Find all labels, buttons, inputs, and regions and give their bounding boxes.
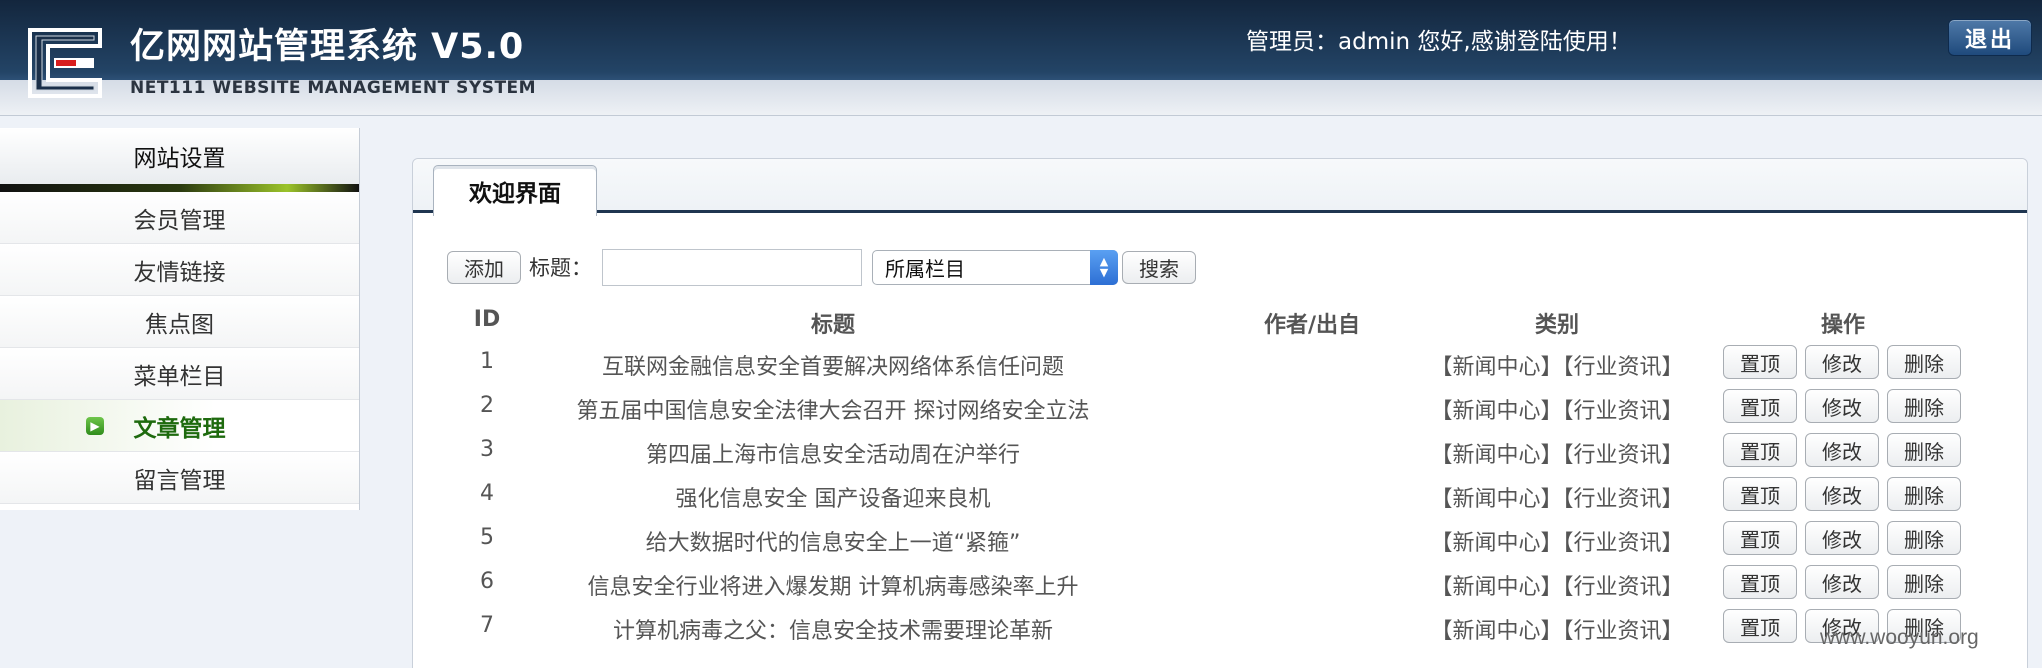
row-category: 【新闻中心】【行业资讯】	[1430, 443, 1684, 468]
sidebar-heading[interactable]: 网站设置	[0, 128, 359, 192]
system-title: 亿网网站管理系统 V5.0	[130, 27, 525, 67]
panel-tab-bar: 欢迎界面	[413, 159, 2027, 216]
delete-button[interactable]: 删除	[1887, 565, 1961, 599]
edit-button[interactable]: 修改	[1805, 477, 1879, 511]
table-row: 6 信息安全行业将进入爆发期 计算机病毒感染率上升 【新闻中心】【行业资讯】 置…	[447, 561, 2007, 605]
col-header-title: 标题	[810, 313, 855, 338]
row-actions: 置顶 修改 删除	[1723, 565, 1961, 599]
tab-welcome[interactable]: 欢迎界面	[433, 165, 597, 216]
row-title[interactable]: 第五届中国信息安全法律大会召开 探讨网络安全立法	[557, 393, 1109, 425]
active-arrow-icon: ▶	[86, 417, 104, 435]
watermark-text: www.wooyun.org	[1820, 626, 1979, 649]
category-select[interactable]: 所属栏目 ▲ ▼	[872, 249, 1118, 285]
edit-button[interactable]: 修改	[1805, 433, 1879, 467]
col-header-author: 作者/出自	[1263, 313, 1361, 338]
table-row: 5 给大数据时代的信息安全上一道“紧箍” 【新闻中心】【行业资讯】 置顶 修改 …	[447, 517, 2007, 561]
row-title[interactable]: 给大数据时代的信息安全上一道“紧箍”	[557, 525, 1109, 557]
row-actions: 置顶 修改 删除	[1723, 433, 1961, 467]
row-category: 【新闻中心】【行业资讯】	[1430, 575, 1684, 600]
row-id: 6	[480, 569, 494, 594]
col-header-category: 类别	[1534, 313, 1579, 338]
pin-top-button[interactable]: 置顶	[1723, 477, 1797, 511]
sidebar-item-friend-links[interactable]: 友情链接	[0, 244, 359, 296]
row-actions: 置顶 修改 删除	[1723, 345, 1961, 379]
pin-top-button[interactable]: 置顶	[1723, 521, 1797, 555]
logout-button[interactable]: 退出	[1948, 19, 2032, 56]
add-button[interactable]: 添加	[447, 250, 521, 284]
row-title[interactable]: 强化信息安全 国产设备迎来良机	[557, 481, 1109, 513]
row-id: 7	[480, 613, 494, 638]
row-category: 【新闻中心】【行业资讯】	[1430, 487, 1684, 512]
select-updown-icon: ▲ ▼	[1090, 249, 1118, 285]
pin-top-button[interactable]: 置顶	[1723, 565, 1797, 599]
table-row: 1 互联网金融信息安全首要解决网络体系信任问题 【新闻中心】【行业资讯】 置顶 …	[447, 341, 2007, 385]
row-title[interactable]: 第四届上海市信息安全活动周在沪举行	[557, 437, 1109, 469]
pin-top-button[interactable]: 置顶	[1723, 609, 1797, 643]
row-category: 【新闻中心】【行业资讯】	[1430, 355, 1684, 380]
title-search-input[interactable]	[602, 248, 862, 286]
sidebar-item-focus-images[interactable]: 焦点图	[0, 296, 359, 348]
row-id: 3	[480, 437, 494, 462]
row-title[interactable]: 互联网金融信息安全首要解决网络体系信任问题	[557, 349, 1109, 381]
col-header-id: ID	[473, 307, 501, 332]
table-row: 4 强化信息安全 国产设备迎来良机 【新闻中心】【行业资讯】 置顶 修改 删除	[447, 473, 2007, 517]
edit-button[interactable]: 修改	[1805, 521, 1879, 555]
search-button[interactable]: 搜索	[1122, 250, 1196, 284]
row-id: 2	[480, 393, 494, 418]
system-subtitle: NET111 WEBSITE MANAGEMENT SYSTEM	[130, 78, 537, 98]
row-actions: 置顶 修改 删除	[1723, 477, 1961, 511]
edit-button[interactable]: 修改	[1805, 389, 1879, 423]
pin-top-button[interactable]: 置顶	[1723, 433, 1797, 467]
sidebar: 网站设置 会员管理 友情链接 焦点图 菜单栏目 ▶ 文章管理 留言管理	[0, 128, 360, 510]
delete-button[interactable]: 删除	[1887, 345, 1961, 379]
admin-welcome-text: 管理员：admin 您好,感谢登陆使用！	[1246, 29, 1632, 55]
delete-button[interactable]: 删除	[1887, 521, 1961, 555]
sidebar-item-members[interactable]: 会员管理	[0, 192, 359, 244]
article-table: ID 标题 作者/出自 类别 操作 1 互联网金融信息安全首要解决网络体系信任问…	[447, 299, 2007, 649]
main-panel: 欢迎界面 添加 标题： 所属栏目 ▲ ▼ 搜索 ID 标题 作者/出自 类别 操作…	[412, 158, 2028, 668]
sidebar-item-menu-columns[interactable]: 菜单栏目	[0, 348, 359, 400]
article-toolbar: 添加 标题： 所属栏目 ▲ ▼ 搜索	[447, 248, 1196, 286]
row-category: 【新闻中心】【行业资讯】	[1430, 531, 1684, 556]
row-id: 4	[480, 481, 494, 506]
row-actions: 置顶 修改 删除	[1723, 389, 1961, 423]
delete-button[interactable]: 删除	[1887, 433, 1961, 467]
edit-button[interactable]: 修改	[1805, 345, 1879, 379]
pin-top-button[interactable]: 置顶	[1723, 345, 1797, 379]
row-actions: 置顶 修改 删除	[1723, 521, 1961, 555]
row-title[interactable]: 计算机病毒之父：信息安全技术需要理论革新	[557, 613, 1109, 645]
title-label: 标题：	[529, 256, 592, 280]
row-category: 【新闻中心】【行业资讯】	[1430, 399, 1684, 424]
delete-button[interactable]: 删除	[1887, 477, 1961, 511]
row-category: 【新闻中心】【行业资讯】	[1430, 619, 1684, 644]
row-id: 5	[480, 525, 494, 550]
table-header: ID 标题 作者/出自 类别 操作	[447, 299, 2007, 341]
row-id: 1	[480, 349, 494, 374]
table-row: 2 第五届中国信息安全法律大会召开 探讨网络安全立法 【新闻中心】【行业资讯】 …	[447, 385, 2007, 429]
col-header-actions: 操作	[1820, 313, 1865, 338]
sidebar-item-messages[interactable]: 留言管理	[0, 452, 359, 504]
category-select-value: 所属栏目	[885, 256, 965, 281]
edit-button[interactable]: 修改	[1805, 565, 1879, 599]
top-header: 亿网网站管理系统 V5.0 NET111 WEBSITE MANAGEMENT …	[0, 0, 2042, 116]
row-title[interactable]: 信息安全行业将进入爆发期 计算机病毒感染率上升	[557, 569, 1109, 601]
pin-top-button[interactable]: 置顶	[1723, 389, 1797, 423]
system-logo-icon	[28, 28, 102, 98]
table-row: 3 第四届上海市信息安全活动周在沪举行 【新闻中心】【行业资讯】 置顶 修改 删…	[447, 429, 2007, 473]
sidebar-item-articles-label: 文章管理	[133, 415, 226, 442]
table-row: 7 计算机病毒之父：信息安全技术需要理论革新 【新闻中心】【行业资讯】 置顶 修…	[447, 605, 2007, 649]
delete-button[interactable]: 删除	[1887, 389, 1961, 423]
sidebar-item-articles[interactable]: ▶ 文章管理	[0, 400, 359, 452]
